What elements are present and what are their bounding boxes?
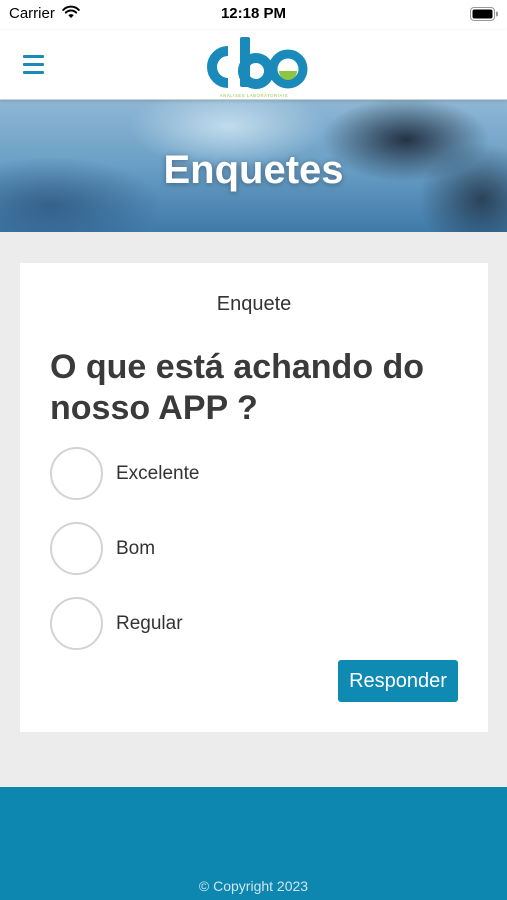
- option-label: Excelente: [116, 463, 200, 484]
- cbo-logo[interactable]: ANÁLISES LABORATORIAIS: [200, 35, 308, 99]
- submit-button[interactable]: Responder: [338, 660, 458, 702]
- footer: © Copyright 2023: [0, 787, 507, 900]
- logo-tagline: ANÁLISES LABORATORIAIS: [220, 93, 288, 98]
- top-nav: ANÁLISES LABORATORIAIS: [0, 30, 507, 100]
- poll-option-bom[interactable]: Bom: [50, 522, 430, 576]
- hero-banner: Enquetes: [0, 100, 507, 232]
- status-bar: Carrier 12:18 PM: [0, 0, 507, 30]
- copyright-text: © Copyright 2023: [198, 878, 309, 894]
- option-label: Bom: [116, 538, 156, 559]
- clock: 12:18 PM: [220, 5, 287, 22]
- poll-option-excelente[interactable]: Excelente: [50, 447, 430, 501]
- poll-subtitle: Enquete: [216, 293, 292, 315]
- battery-icon: [470, 7, 498, 21]
- page-title: Enquetes: [163, 148, 344, 192]
- radio-button[interactable]: [50, 447, 103, 500]
- poll-question: O que está achando do nosso APP ?: [50, 348, 425, 427]
- poll-option-regular[interactable]: Regular: [50, 597, 430, 651]
- radio-button[interactable]: [50, 597, 103, 650]
- radio-button[interactable]: [50, 522, 103, 575]
- poll-card: Enquete O que está achando do nosso APP …: [20, 263, 488, 732]
- option-label: Regular: [116, 613, 183, 634]
- menu-icon[interactable]: [20, 52, 50, 78]
